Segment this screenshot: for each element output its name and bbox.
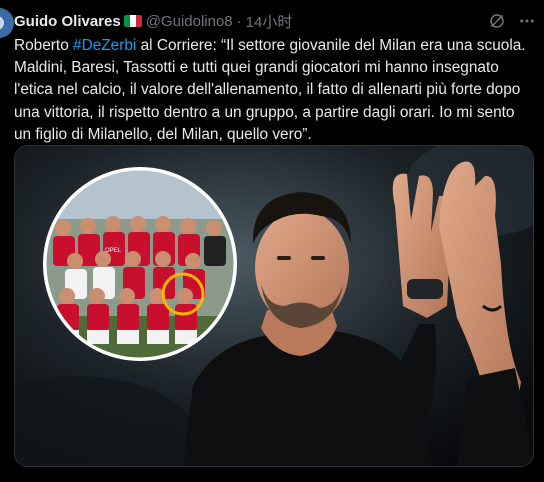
tweet-text-suffix: al Corriere: “Il settore giovanile del M… bbox=[136, 37, 526, 54]
hashtag-link[interactable]: #DeZerbi bbox=[73, 37, 136, 54]
tweet-text-prefix: Roberto bbox=[14, 37, 74, 54]
mute-icon[interactable] bbox=[488, 12, 506, 30]
tweet-time[interactable]: 14小时 bbox=[246, 11, 293, 32]
tweet-media[interactable]: OPEL bbox=[14, 145, 534, 467]
header-actions bbox=[488, 12, 536, 30]
tweet-line-5: un figlio di Milanello, del Milan, quell… bbox=[14, 125, 312, 143]
media-photo: OPEL bbox=[15, 146, 533, 466]
avatar[interactable] bbox=[0, 8, 14, 38]
tweet-line-4: una vittoria, il rispetto dentro a un gr… bbox=[14, 103, 515, 121]
more-icon[interactable] bbox=[518, 12, 536, 30]
italy-flag-icon bbox=[123, 15, 142, 27]
tweet-line-3: l'etica nel calcio, il valore dell'allen… bbox=[14, 81, 521, 99]
tweet-text: Roberto #DeZerbi al Corriere: “Il settor… bbox=[14, 35, 542, 146]
watch bbox=[407, 279, 443, 299]
separator-dot: · bbox=[236, 12, 242, 30]
shirt-text: OPEL bbox=[105, 248, 122, 254]
tweet-line-1: Roberto #DeZerbi al Corriere: “Il settor… bbox=[14, 35, 542, 57]
author-handle[interactable]: @Guidolino8 bbox=[146, 13, 233, 30]
tweet-line-2: Maldini, Baresi, Tassotti e tutti quei g… bbox=[14, 59, 499, 77]
tweet-header: Guido Olivares @Guidolino8 · 14小时 bbox=[14, 10, 536, 32]
author-name[interactable]: Guido Olivares bbox=[14, 13, 121, 30]
